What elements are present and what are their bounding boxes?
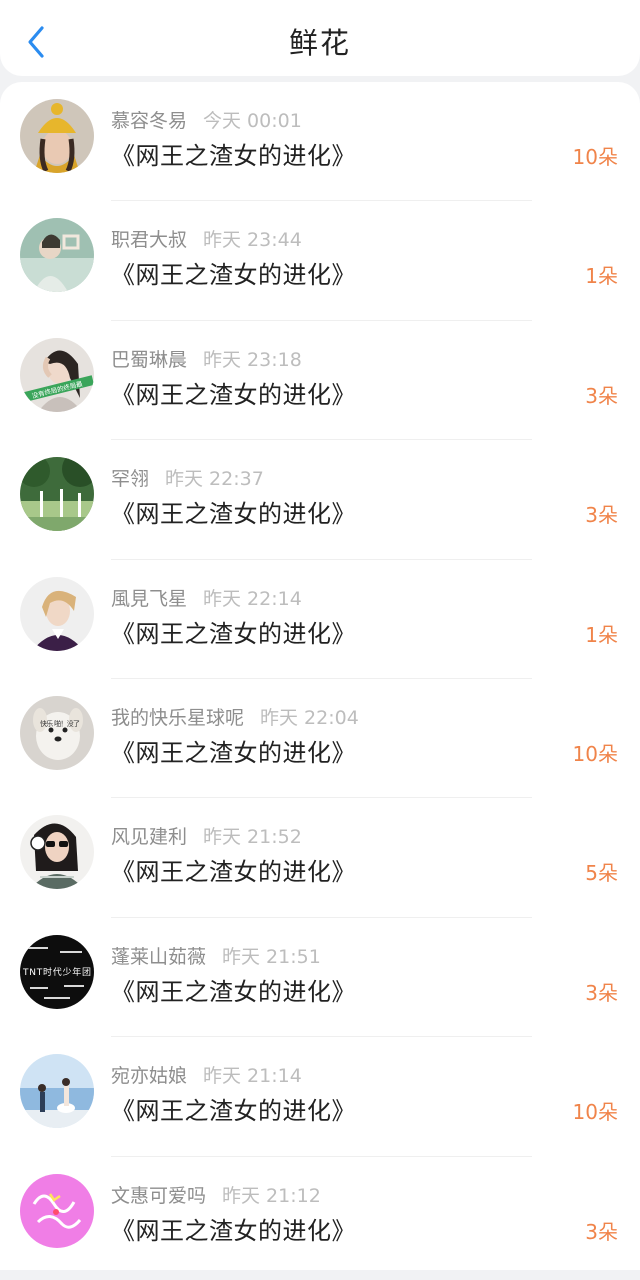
- avatar-caption: 快乐 啪！没了: [40, 719, 80, 728]
- timestamp: 昨天 21:52: [203, 826, 302, 849]
- avatar[interactable]: [20, 218, 94, 293]
- book-title: 《网王之渣女的进化》: [111, 261, 356, 290]
- flower-count: 3朵: [585, 383, 618, 408]
- header-bar: 鲜花: [0, 0, 640, 76]
- sender-name: 风见建利: [111, 826, 188, 849]
- book-title: 《网王之渣女的进化》: [111, 977, 356, 1006]
- timestamp: 昨天 23:18: [203, 348, 302, 371]
- avatar[interactable]: 没有终局的终局最: [20, 337, 94, 412]
- flower-count: 5朵: [585, 861, 618, 886]
- list-item[interactable]: 慕容冬易 今天 00:01 《网王之渣女的进化》 10朵: [0, 82, 640, 202]
- avatar-caption: TNT时代少年团: [22, 966, 91, 978]
- list-item[interactable]: 职君大叔 昨天 23:44 《网王之渣女的进化》 1朵: [0, 201, 640, 321]
- avatar[interactable]: [20, 457, 94, 532]
- avatar[interactable]: [20, 815, 94, 890]
- flower-gift-list: 慕容冬易 今天 00:01 《网王之渣女的进化》 10朵 职君大叔 昨天 23:44…: [0, 82, 640, 1270]
- avatar[interactable]: [20, 99, 94, 173]
- flower-count: 10朵: [572, 1100, 618, 1125]
- sender-line: 我的快乐星球呢 昨天 22:04: [111, 703, 359, 730]
- timestamp: 昨天 21:14: [203, 1065, 302, 1088]
- sender-line: 职君大叔 昨天 23:44: [111, 225, 302, 252]
- timestamp: 昨天 21:51: [222, 945, 321, 968]
- sender-name: 巴蜀琳晨: [111, 348, 188, 371]
- sender-line: 慕容冬易 今天 00:01: [111, 106, 302, 133]
- list-item[interactable]: 快乐 啪！没了 我的快乐星球呢 昨天 22:04 《网王之渣女的进化》 10朵: [0, 679, 640, 799]
- page-title: 鲜花: [288, 26, 351, 60]
- book-title: 《网王之渣女的进化》: [111, 1097, 356, 1126]
- sender-line: 巴蜀琳晨 昨天 23:18: [111, 345, 302, 372]
- sender-line: 罕翎 昨天 22:37: [111, 464, 264, 491]
- sender-line: 蓬莱山茹薇 昨天 21:51: [111, 942, 321, 969]
- book-title: 《网王之渣女的进化》: [111, 619, 356, 648]
- sender-line: 风见建利 昨天 21:52: [111, 822, 302, 849]
- flower-count: 1朵: [585, 622, 618, 647]
- sender-name: 我的快乐星球呢: [111, 706, 245, 729]
- flower-count: 3朵: [585, 1219, 618, 1244]
- sender-name: 文惠可爱吗: [111, 1184, 207, 1207]
- timestamp: 昨天 22:14: [203, 587, 302, 610]
- list-item[interactable]: 风见建利 昨天 21:52 《网王之渣女的进化》 5朵: [0, 798, 640, 918]
- timestamp: 昨天 23:44: [203, 229, 302, 252]
- timestamp: 昨天 21:12: [222, 1184, 321, 1207]
- timestamp: 昨天 22:04: [260, 706, 359, 729]
- book-title: 《网王之渣女的进化》: [111, 858, 356, 887]
- avatar[interactable]: 快乐 啪！没了: [20, 695, 94, 770]
- list-item[interactable]: 文惠可爱吗 昨天 21:12 《网王之渣女的进化》 3朵: [0, 1157, 640, 1270]
- list-item[interactable]: TNT时代少年团 蓬莱山茹薇 昨天 21:51 《网王之渣女的进化》 3朵: [0, 918, 640, 1038]
- flower-count: 3朵: [585, 980, 618, 1005]
- list-item[interactable]: 没有终局的终局最 巴蜀琳晨 昨天 23:18 《网王之渣女的进化》 3朵: [0, 321, 640, 441]
- list-item[interactable]: 罕翎 昨天 22:37 《网王之渣女的进化》 3朵: [0, 440, 640, 560]
- sender-line: 風見飞星 昨天 22:14: [111, 584, 302, 611]
- book-title: 《网王之渣女的进化》: [111, 142, 356, 170]
- flower-count: 3朵: [585, 503, 618, 528]
- flower-count: 1朵: [585, 264, 618, 289]
- timestamp: 今天 00:01: [203, 110, 302, 132]
- sender-name: 宛亦姑娘: [111, 1065, 188, 1088]
- sender-name: 慕容冬易: [111, 110, 188, 132]
- sender-name: 职君大叔: [111, 229, 188, 252]
- flower-count: 10朵: [572, 741, 618, 766]
- avatar[interactable]: [20, 1173, 94, 1248]
- sender-line: 文惠可爱吗 昨天 21:12: [111, 1181, 321, 1208]
- avatar[interactable]: [20, 576, 94, 651]
- sender-name: 風見飞星: [111, 587, 188, 610]
- timestamp: 昨天 22:37: [165, 468, 264, 491]
- list-item[interactable]: 風見飞星 昨天 22:14 《网王之渣女的进化》 1朵: [0, 560, 640, 679]
- sender-name: 蓬莱山茹薇: [111, 945, 207, 968]
- sender-line: 宛亦姑娘 昨天 21:14: [111, 1061, 302, 1088]
- list-item[interactable]: 宛亦姑娘 昨天 21:14 《网王之渣女的进化》 10朵: [0, 1037, 640, 1157]
- avatar[interactable]: TNT时代少年团: [20, 934, 94, 1009]
- avatar[interactable]: [20, 1054, 94, 1129]
- flower-count: 10朵: [572, 145, 618, 169]
- book-title: 《网王之渣女的进化》: [111, 1216, 356, 1245]
- sender-name: 罕翎: [111, 468, 150, 491]
- book-title: 《网王之渣女的进化》: [111, 738, 356, 767]
- book-title: 《网王之渣女的进化》: [111, 500, 356, 529]
- book-title: 《网王之渣女的进化》: [111, 380, 356, 409]
